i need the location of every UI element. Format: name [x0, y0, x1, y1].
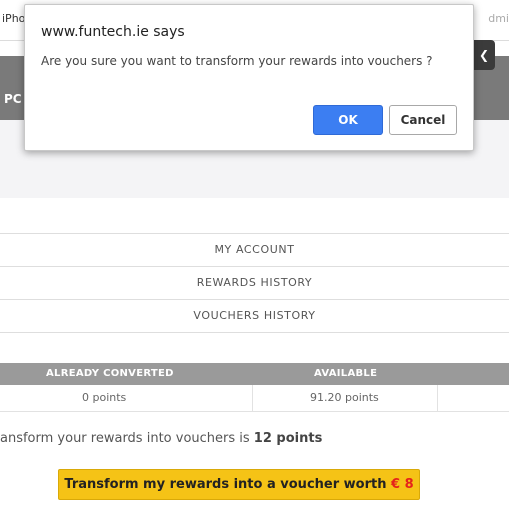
header-already-converted: ALREADY CONVERTED	[46, 368, 174, 379]
ok-button[interactable]: OK	[313, 105, 383, 135]
points-table-row: 0 points 91.20 points	[0, 385, 509, 412]
column-divider	[252, 385, 253, 411]
menu-item-rewards-history[interactable]: REWARDS HISTORY	[0, 266, 509, 299]
column-divider	[437, 385, 438, 411]
points-table: ALREADY CONVERTED AVAILABLE 0 points 91.…	[0, 363, 509, 412]
nav-left-text[interactable]: iPho	[2, 12, 25, 25]
confirm-dialog: www.funtech.ie says Are you sure you wan…	[24, 4, 474, 151]
minimum-amount: 12 points	[253, 431, 323, 446]
dialog-message: Are you sure you want to transform your …	[41, 54, 433, 68]
transform-button-label: Transform my rewards into a voucher wort…	[64, 477, 391, 492]
chevron-icon: ❮	[478, 48, 489, 62]
nav-right-text[interactable]: dmi	[488, 12, 509, 25]
converted-value: 0 points	[82, 391, 127, 404]
dialog-title: www.funtech.ie says	[41, 24, 185, 40]
available-value: 91.20 points	[310, 391, 379, 404]
minimum-text: ansform your rewards into vouchers is	[0, 431, 254, 446]
minimum-conversion-text: ansform your rewards into vouchers is 12…	[0, 431, 322, 446]
cancel-button[interactable]: Cancel	[389, 105, 457, 135]
header-label: PC	[4, 92, 22, 106]
points-table-header: ALREADY CONVERTED AVAILABLE	[0, 363, 509, 385]
transform-voucher-button[interactable]: Transform my rewards into a voucher wort…	[58, 469, 420, 500]
header-available: AVAILABLE	[314, 368, 378, 379]
menu-item-vouchers-history[interactable]: VOUCHERS HISTORY	[0, 299, 509, 333]
voucher-amount: € 8	[391, 477, 414, 492]
menu-item-my-account[interactable]: MY ACCOUNT	[0, 233, 509, 266]
account-menu: MY ACCOUNT REWARDS HISTORY VOUCHERS HIST…	[0, 233, 509, 333]
